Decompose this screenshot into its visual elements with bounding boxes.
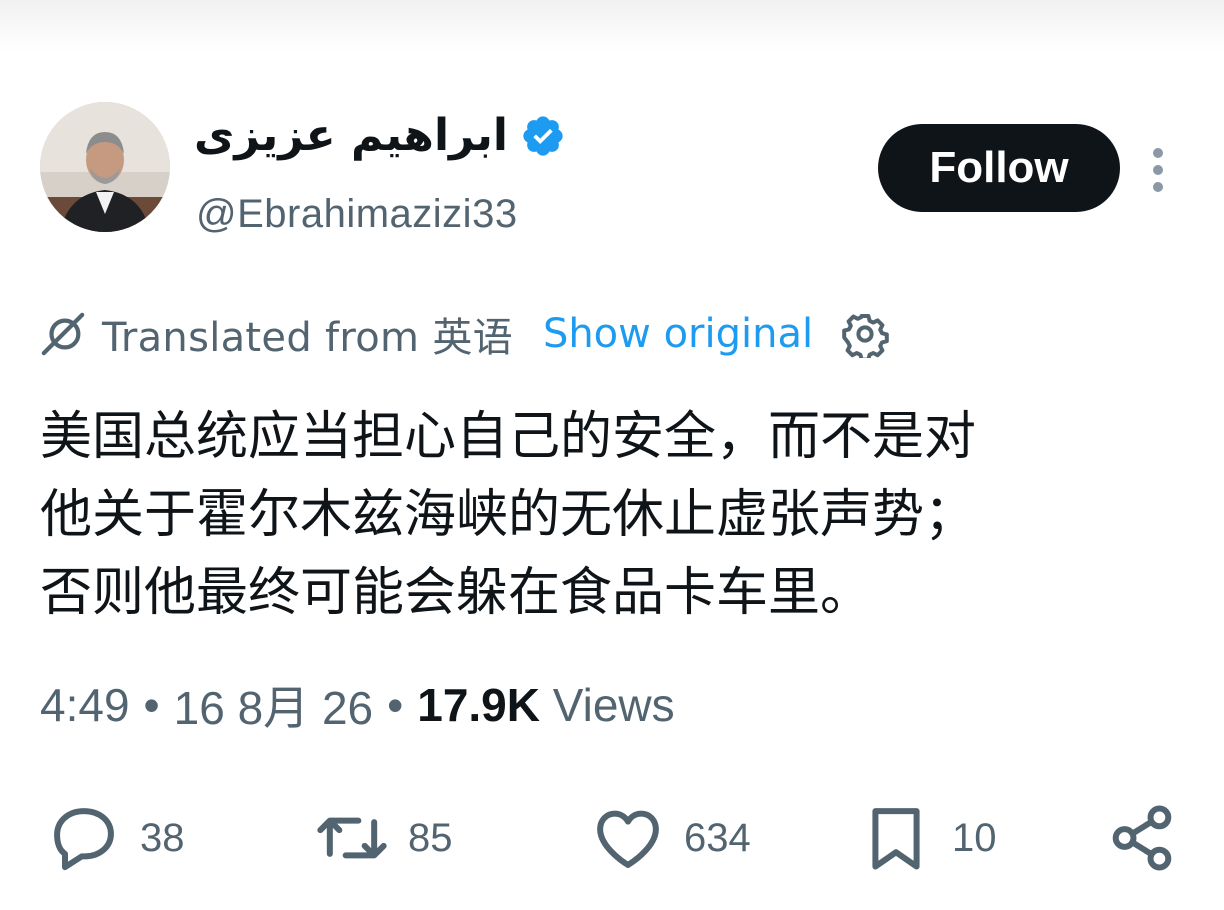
bookmark-count: 10 — [952, 815, 997, 860]
like-icon — [597, 810, 659, 868]
like-count: 634 — [684, 815, 751, 860]
follow-button[interactable]: Follow — [878, 124, 1120, 212]
tweet-meta: 4:49 • 16 8月 26 • 17.9K Views — [40, 670, 675, 740]
avatar[interactable] — [40, 102, 170, 232]
author-display-name[interactable]: ابراهیم عزیزی — [194, 108, 508, 164]
like-button[interactable]: 634 — [590, 798, 751, 878]
retweet-button[interactable]: 85 — [314, 798, 453, 878]
reply-icon — [54, 808, 114, 871]
more-dot — [1153, 148, 1163, 158]
share-button[interactable] — [1104, 798, 1180, 878]
translation-bar: Translated from 英语 Show original — [40, 302, 889, 366]
bookmark-icon — [872, 808, 920, 870]
more-dot — [1153, 165, 1163, 175]
views-label: Views — [539, 679, 675, 731]
tweet-date[interactable]: 16 8月 26 — [174, 672, 373, 738]
reply-count: 38 — [140, 815, 185, 860]
more-options-icon[interactable] — [1144, 148, 1174, 192]
reply-button[interactable]: 38 — [46, 798, 185, 878]
translated-from-label: Translated from 英语 — [102, 315, 513, 361]
retweet-icon — [317, 817, 387, 859]
share-icon — [1112, 805, 1172, 871]
bookmark-button[interactable]: 10 — [858, 798, 997, 878]
show-original-link[interactable]: Show original — [543, 311, 813, 357]
views-count: 17.9K — [417, 679, 540, 731]
more-dot — [1153, 182, 1163, 192]
meta-separator: • — [143, 679, 160, 731]
retweet-count: 85 — [408, 815, 453, 860]
author-name-row: ابراهیم عزیزی — [194, 108, 566, 164]
meta-separator: • — [387, 679, 404, 731]
tweet-actions: 38 85 634 10 — [40, 798, 1190, 878]
author-handle[interactable]: @Ebrahimazizi33 — [196, 188, 518, 240]
verified-badge-icon — [523, 116, 563, 156]
tweet-time[interactable]: 4:49 — [40, 678, 130, 732]
translate-icon — [41, 312, 85, 356]
gear-icon[interactable] — [841, 310, 889, 358]
tweet-text: 美国总统应当担心自己的安全，而不是对 他关于霍尔木兹海峡的无休止虚张声势； 否则… — [40, 407, 977, 623]
top-fade — [0, 0, 1224, 52]
